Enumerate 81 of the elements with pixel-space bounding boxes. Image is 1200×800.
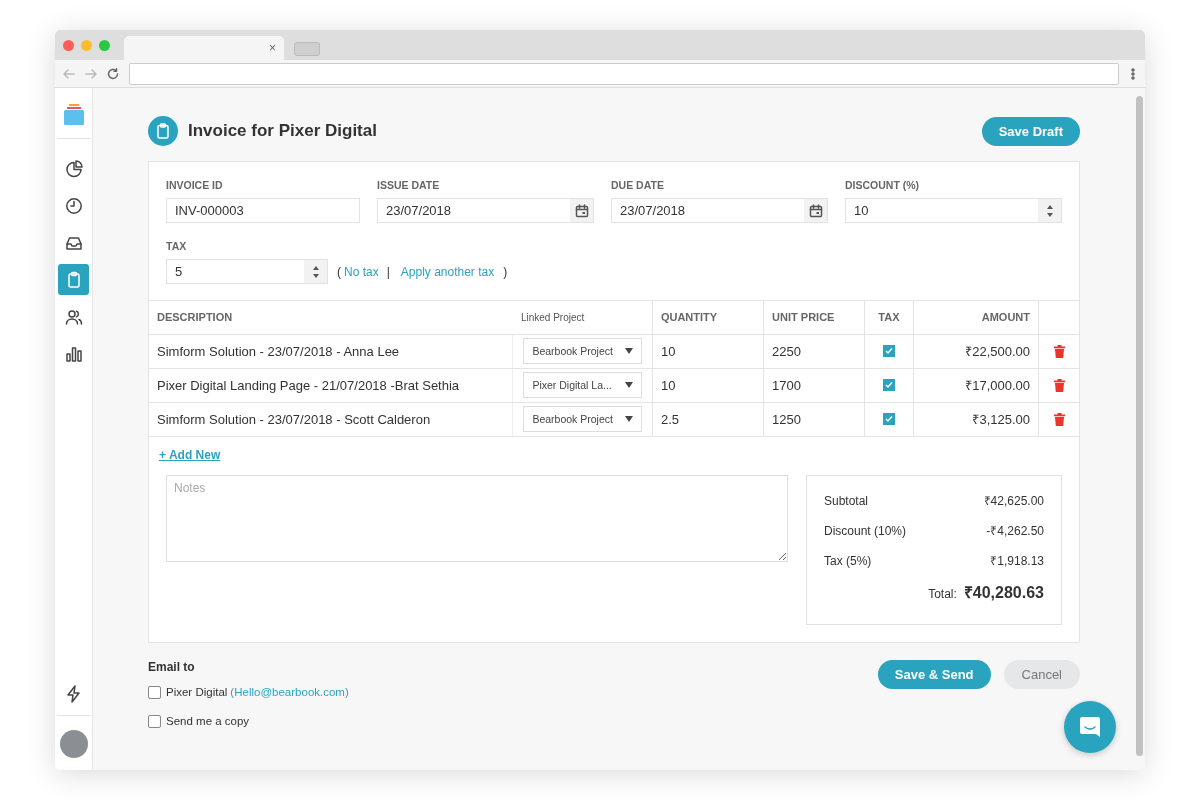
chat-icon [1079, 716, 1101, 738]
save-draft-button[interactable]: Save Draft [981, 116, 1080, 146]
column-header: AMOUNT [981, 311, 1031, 324]
summary-value: ₹1,918.13 [990, 552, 1044, 570]
scrollbar[interactable] [1136, 96, 1143, 756]
table-cell: ₹22,500.00 [965, 344, 1031, 359]
tab-close-button[interactable]: × [269, 41, 276, 55]
folder-logo-icon [62, 104, 85, 126]
checkbox[interactable] [148, 714, 161, 728]
table-cell: 2250 [772, 343, 801, 359]
bracket: ( [337, 264, 341, 279]
users-icon [64, 307, 83, 326]
project-dropdown[interactable]: Bearbook Project [523, 406, 642, 432]
checkbox[interactable] [882, 413, 895, 425]
column-header: UNIT PRICE [772, 311, 835, 324]
avatar[interactable] [59, 730, 88, 758]
forward-arrow-icon [85, 67, 97, 80]
summary-label: Discount (10%) [824, 522, 907, 540]
project-dropdown[interactable]: Pixer Digital La... [523, 372, 642, 398]
field-label: TAX [166, 240, 188, 252]
table-cell: ₹17,000.00 [965, 378, 1031, 393]
column-header: TAX [878, 311, 900, 324]
table-cell: 10 [660, 343, 676, 359]
invoice-badge-icon [148, 116, 178, 146]
page-title: Invoice for Pixer Digital [188, 121, 377, 141]
cancel-button[interactable]: Cancel [1003, 659, 1080, 689]
checkbox[interactable] [882, 379, 895, 391]
table-cell: Simform Solution - 23/07/2018 - Anna Lee [157, 343, 400, 359]
add-new-link[interactable]: + Add New [159, 447, 221, 462]
save-and-send-button[interactable]: Save & Send [877, 659, 991, 689]
caret-icon [624, 416, 633, 422]
input-field[interactable]: INV-000003 [166, 198, 360, 223]
table-cell: 2.5 [660, 411, 679, 427]
table-cell: Simform Solution - 23/07/2018 - Scott Calderon [157, 411, 431, 427]
column-header: DESCRIPTION [157, 311, 233, 324]
notes-field[interactable]: Notes [166, 474, 788, 562]
total-value: ₹40,280.63 [963, 582, 1044, 603]
section-title: Email to [148, 659, 196, 674]
chat-button[interactable] [1064, 701, 1116, 753]
browser-tab[interactable]: × [124, 36, 284, 60]
table-cell: 1250 [772, 411, 801, 427]
trash-icon [1053, 412, 1065, 426]
table-cell: ₹3,125.00 [972, 412, 1031, 427]
table-cell: 1700 [772, 377, 801, 393]
close-window-button[interactable] [63, 39, 74, 51]
clock-icon [64, 196, 83, 215]
table-cell: 10 [660, 377, 676, 393]
column-header: QUANTITY [660, 311, 718, 324]
caret-icon [624, 348, 633, 354]
more-menu-icon [1131, 67, 1135, 80]
delete-button[interactable] [1053, 344, 1065, 358]
trash-icon [1053, 344, 1065, 358]
trash-icon [1053, 378, 1065, 392]
column-header: Linked Project [520, 311, 585, 323]
total-label: Total: [928, 585, 957, 603]
bar-chart-icon [64, 344, 83, 363]
delete-button[interactable] [1053, 412, 1065, 426]
field-label: INVOICE ID [166, 179, 224, 191]
field-label: DUE DATE [611, 179, 665, 191]
apply-another-tax-link[interactable]: Apply another tax [400, 264, 495, 279]
summary-value: ₹42,625.00 [983, 492, 1044, 510]
field-label: DISCOUNT (%) [845, 179, 921, 191]
separator: | [386, 264, 390, 279]
field-label: ISSUE DATE [377, 179, 441, 191]
reload-icon [107, 67, 119, 80]
checkbox-label: Pixer Digital [166, 686, 228, 698]
summary-label: Subtotal [824, 492, 869, 510]
pie-chart-icon [64, 159, 83, 178]
checkbox-label: Send me a copy [166, 715, 250, 727]
back-arrow-icon [63, 67, 75, 80]
bracket: ) [503, 264, 508, 279]
summary-value: -₹4,262.50 [986, 522, 1044, 540]
no-tax-link[interactable]: No tax [344, 264, 379, 279]
project-dropdown[interactable]: Bearbook Project [523, 338, 642, 364]
checkbox[interactable] [148, 685, 161, 699]
summary-label: Tax (5%) [824, 552, 872, 570]
checkbox[interactable] [882, 345, 895, 357]
lightning-bolt-icon [64, 684, 83, 703]
delete-button[interactable] [1053, 378, 1065, 392]
table-cell: Pixer Digital Landing Page - 21/07/2018 -Brat Sethia [157, 377, 460, 393]
caret-icon [624, 382, 633, 388]
